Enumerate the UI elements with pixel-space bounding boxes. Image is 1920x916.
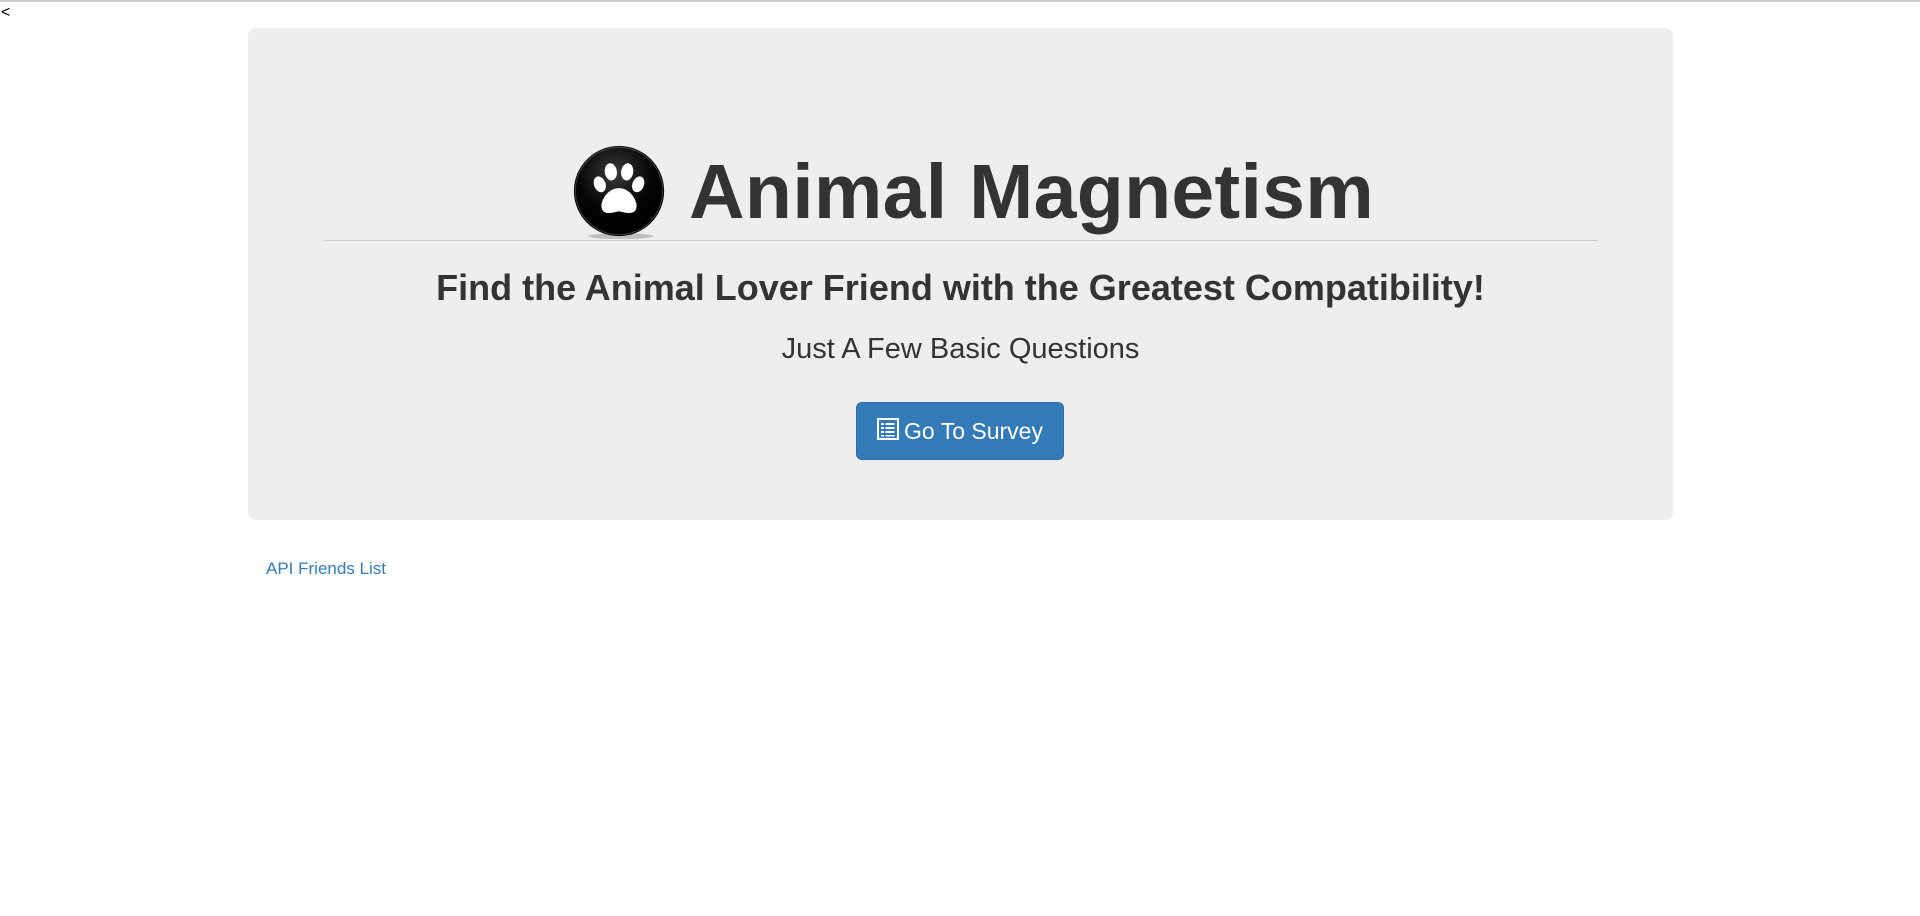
title-row: Animal Magnetism (248, 140, 1673, 244)
title-divider (324, 240, 1598, 241)
stray-text-char: < (1, 4, 11, 21)
page-subtitle: Find the Animal Lover Friend with the Gr… (436, 267, 1485, 308)
paw-print-icon (573, 145, 665, 240)
page-title: Animal Magnetism (688, 148, 1375, 235)
top-border-line (0, 0, 1920, 3)
api-friends-list-link[interactable]: API Friends List (266, 558, 386, 580)
jumbotron: Animal Magnetism Find the Animal Lover F… (248, 28, 1673, 520)
list-alt-icon (877, 418, 900, 440)
go-to-survey-button[interactable]: Go To Survey (856, 402, 1064, 460)
survey-button-label: Go To Survey (904, 417, 1043, 444)
page-tagline: Just A Few Basic Questions (781, 333, 1140, 365)
